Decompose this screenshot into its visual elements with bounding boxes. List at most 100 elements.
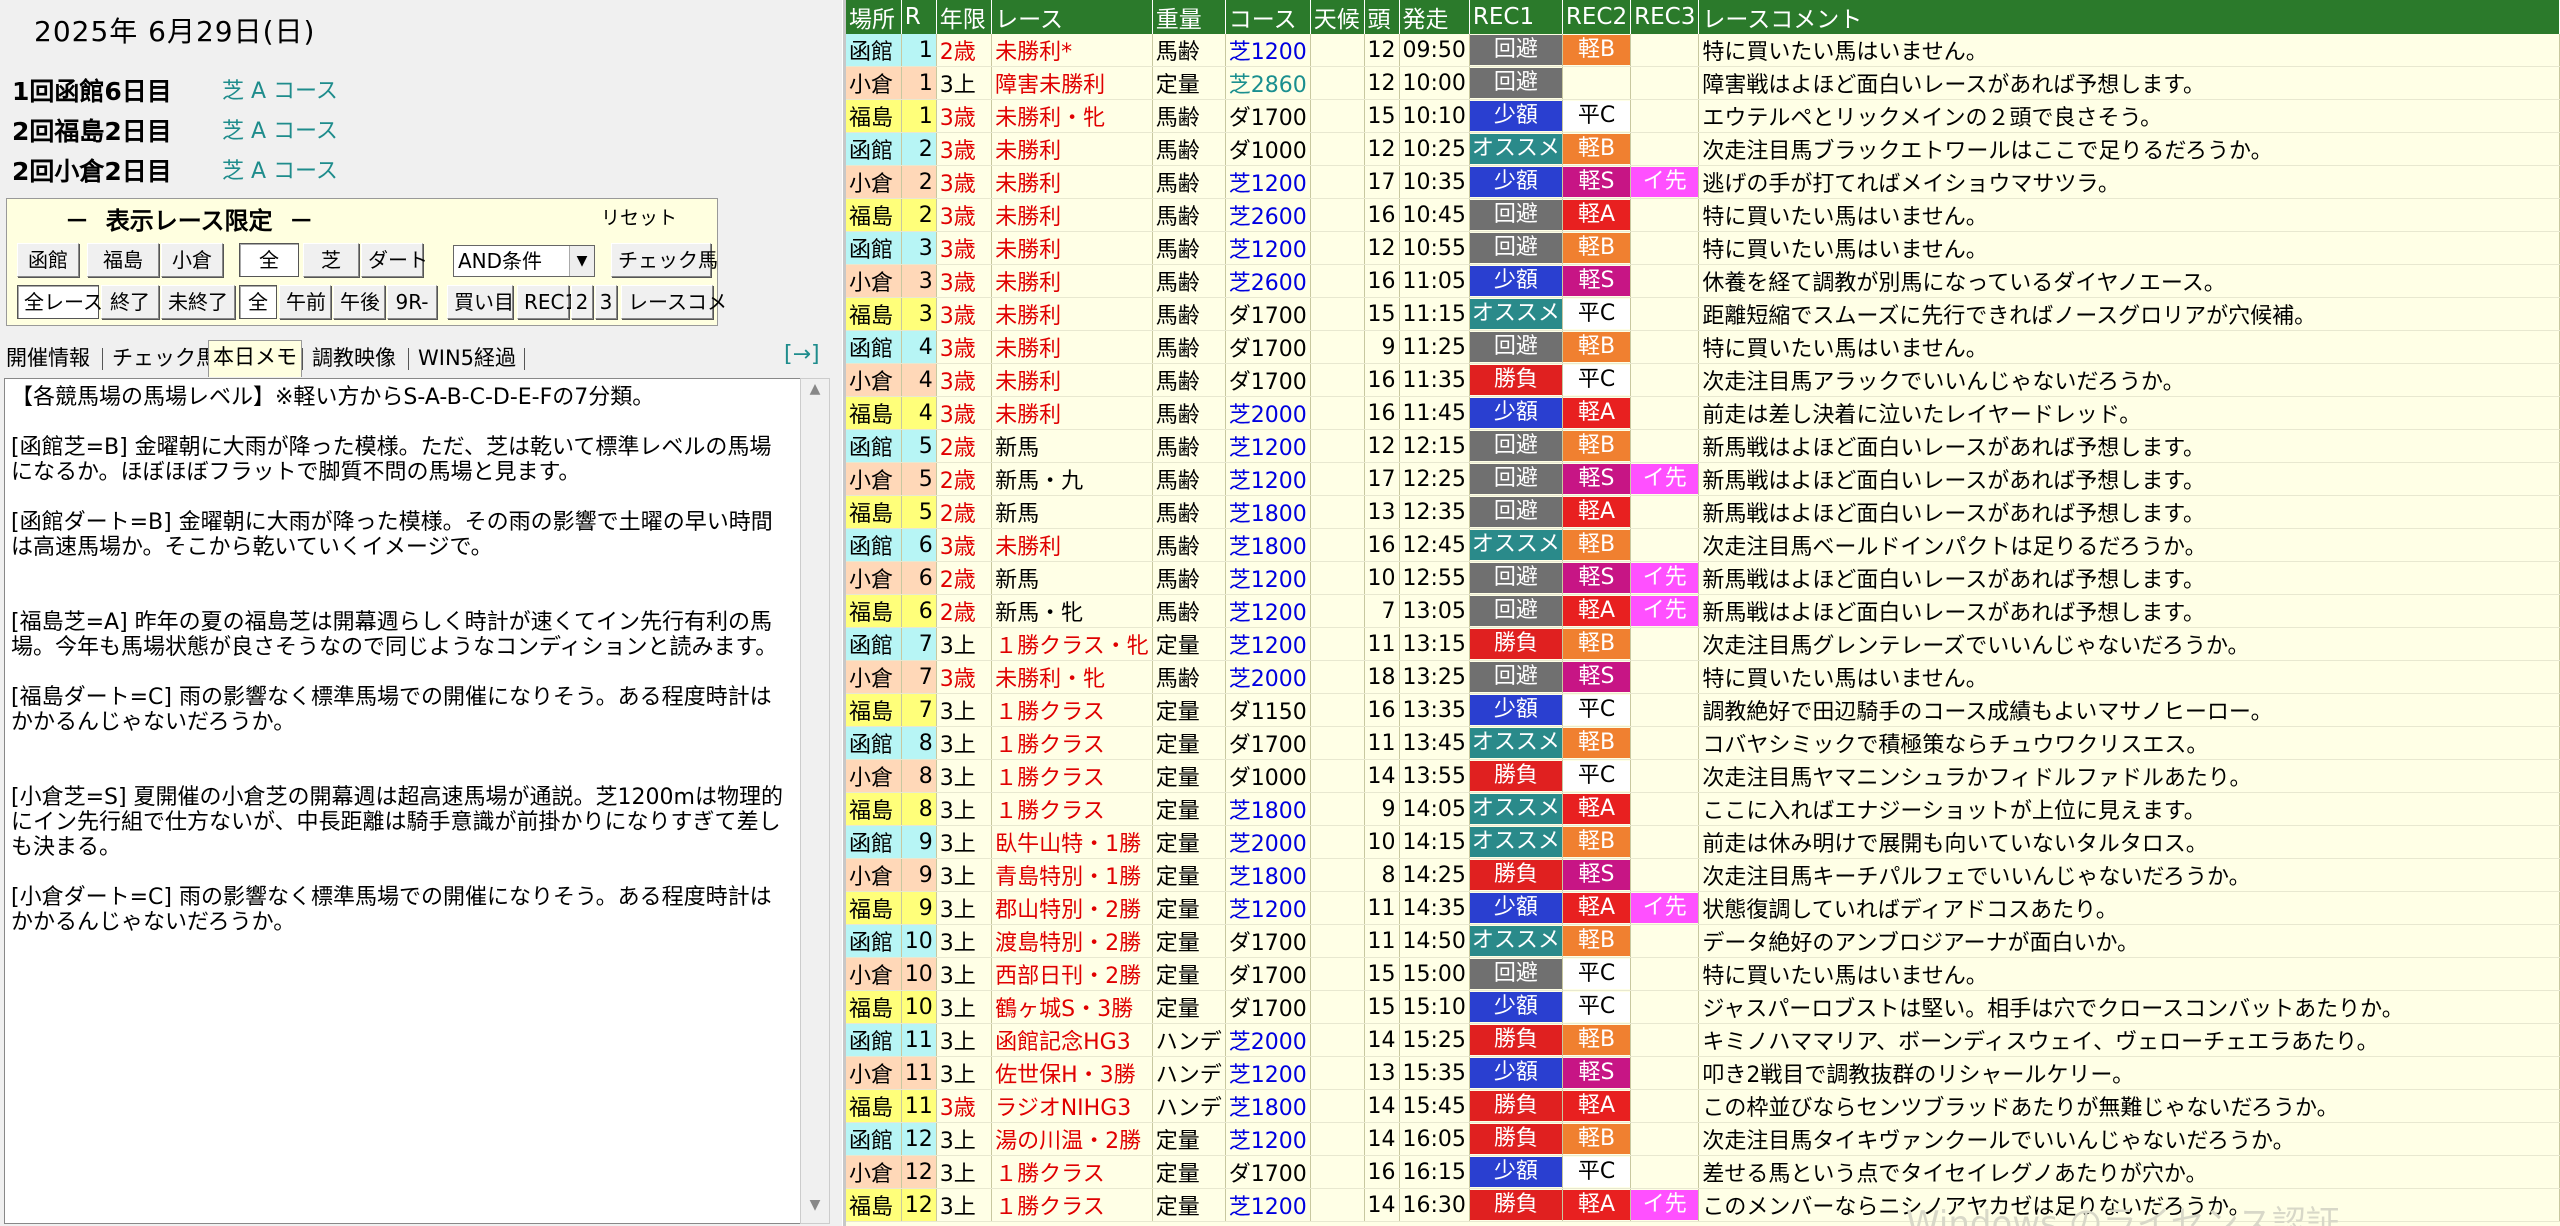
scroll-up-icon[interactable]: ▲ (801, 381, 829, 405)
morning-button[interactable]: 午前 (279, 285, 331, 319)
table-row[interactable]: 函館 4 3歳 未勝利 馬齢 ダ1700 9 11:25 回避 軽B 特に買いたい馬はいません。 (846, 330, 2560, 364)
cell-rec2: 軽A (1562, 594, 1632, 628)
tab-today-memo[interactable]: 本日メモ (208, 340, 302, 377)
table-row[interactable]: 函館 6 3歳 未勝利 馬齢 芝1800 16 12:45 オススメ 軽B 次走注目馬ベールドインパ… (846, 528, 2560, 562)
col-heads[interactable]: 頭 (1364, 0, 1400, 34)
all-races-button[interactable]: 全レース (17, 285, 103, 319)
afternoon-button[interactable]: 午後 (333, 285, 385, 319)
table-row[interactable]: 小倉 6 2歳 新馬 馬齢 芝1200 10 12:55 回避 軽S イ先 新馬戦はよほど面白いレース… (846, 561, 2560, 595)
memo-textarea[interactable]: 【各競馬場の馬場レベル】※軽い方からS-A-B-C-D-E-Fの7分類。 [函館… (4, 378, 802, 1224)
col-weight[interactable]: 重量 (1152, 0, 1226, 34)
col-age[interactable]: 年限 (936, 0, 993, 34)
cell-venue: 小倉 (846, 1155, 902, 1189)
buy-button[interactable]: 買い目 (447, 285, 514, 319)
rec-badge: 軽B (1562, 629, 1630, 659)
table-row[interactable]: 小倉 3 3歳 未勝利 馬齢 芝2600 16 11:05 少額 軽S 休養を経て調教が別馬になって… (846, 264, 2560, 298)
table-row[interactable]: 福島 4 3歳 未勝利 馬齢 芝2000 16 11:45 少額 軽A 前走は差し決着に泣いたレイヤ… (846, 396, 2560, 430)
table-row[interactable]: 福島 10 3上 鶴ヶ城S・3勝 定量 ダ1700 15 15:10 少額 平C ジャスパーロブスト… (846, 990, 2560, 1024)
rec2-button[interactable]: 2 (571, 285, 593, 319)
table-row[interactable]: 福島 2 3歳 未勝利 馬齢 芝2600 16 10:45 回避 軽A 特に買いたい馬はいません。 (846, 198, 2560, 232)
venue-hakodate-button[interactable]: 函館 (17, 243, 79, 277)
table-row[interactable]: 小倉 4 3歳 未勝利 馬齢 ダ1700 16 11:35 勝負 平C 次走注目馬アラックでいいんじ… (846, 363, 2560, 397)
tab-training-video[interactable]: 調教映像 (308, 342, 400, 374)
surface-all-button[interactable]: 全 (239, 243, 299, 277)
scroll-down-icon[interactable]: ▼ (801, 1197, 829, 1221)
table-row[interactable]: 函館 2 3歳 未勝利 馬齢 ダ1000 12 10:25 オススメ 軽B 次走注目馬ブラックエトワ… (846, 132, 2560, 166)
surface-turf-button[interactable]: 芝 (303, 243, 359, 277)
rec3-button[interactable]: 3 (595, 285, 617, 319)
rec1-button[interactable]: REC1 (517, 285, 577, 319)
col-rec2[interactable]: REC2 (1562, 0, 1632, 34)
col-race-no[interactable]: R (901, 0, 937, 34)
table-row[interactable]: 福島 9 3上 郡山特別・2勝 定量 芝1200 11 14:35 少額 軽A イ先 状態復調していれ… (846, 891, 2560, 925)
table-row[interactable]: 福島 11 3歳 ラジオNIHG3 ハンデ 芝1800 14 15:45 勝負 軽A この枠並びなら… (846, 1089, 2560, 1123)
table-row[interactable]: 福島 6 2歳 新馬・牝 馬齢 芝1200 7 13:05 回避 軽A イ先 新馬戦はよほど面白いレー… (846, 594, 2560, 628)
table-row[interactable]: 小倉 5 2歳 新馬・九 馬齢 芝1200 17 12:25 回避 軽S イ先 新馬戦はよほど面白いレ… (846, 462, 2560, 496)
col-rec3[interactable]: REC3 (1630, 0, 1700, 34)
table-row[interactable]: 函館 10 3上 渡島特別・2勝 定量 ダ1700 11 14:50 オススメ 軽B データ絶好のア… (846, 924, 2560, 958)
table-row[interactable]: 福島 7 3上 １勝クラス 定量 ダ1150 16 13:35 少額 平C 調教絶好で田辺騎手のコー… (846, 693, 2560, 727)
table-row[interactable]: 小倉 7 3歳 未勝利・牝 馬齢 芝2000 18 13:25 回避 軽S 特に買いたい馬はいません… (846, 660, 2560, 694)
tab-kaisai-info[interactable]: 開催情報 (2, 342, 94, 374)
memo-scrollbar[interactable]: ▲ ▼ (800, 378, 830, 1224)
table-row[interactable]: 函館 7 3上 １勝クラス・牝 定量 芝1200 11 13:15 勝負 軽B 次走注目馬グレンテレ… (846, 627, 2560, 661)
rec-badge: 軽B (1562, 431, 1630, 461)
cell-weight: 馬齢 (1152, 528, 1226, 562)
venue-kokura-button[interactable]: 小倉 (161, 243, 223, 277)
cell-rec3 (1630, 627, 1700, 661)
unfinished-button[interactable]: 未終了 (161, 285, 235, 319)
table-row[interactable]: 函館 1 2歳 未勝利* 馬齢 芝1200 12 09:50 回避 軽B 特に買いたい馬はいません。 (846, 34, 2560, 67)
meeting-2[interactable]: 2回福島2日目 芝 A コース (12, 112, 338, 148)
cell-rec2: 軽S (1562, 660, 1632, 694)
col-rec1[interactable]: REC1 (1469, 0, 1563, 34)
table-row[interactable]: 福島 3 3歳 未勝利 馬齢 ダ1700 15 11:15 オススメ 平C 距離短縮でスムーズに先行… (846, 297, 2560, 331)
col-comment[interactable]: レースコメント (1698, 0, 2560, 34)
surface-dirt-button[interactable]: ダート (361, 243, 428, 277)
cell-race-name: 未勝利 (991, 528, 1153, 562)
col-venue[interactable]: 場所 (846, 0, 902, 34)
cell-weight: ハンデ (1152, 1056, 1226, 1090)
table-row[interactable]: 小倉 11 3上 佐世保H・3勝 ハンデ 芝1200 13 15:35 少額 軽S 叩き2戦目で調教… (846, 1056, 2560, 1090)
rec-badge: 軽A (1562, 893, 1630, 923)
condition-select[interactable]: AND条件 ▼ (453, 245, 595, 277)
table-row[interactable]: 函館 3 3歳 未勝利 馬齢 芝1200 12 10:55 回避 軽B 特に買いたい馬はいません。 (846, 231, 2560, 265)
table-row[interactable]: 小倉 2 3歳 未勝利 馬齢 芝1200 17 10:35 少額 軽S イ先 逃げの手が打てればメイシ… (846, 165, 2560, 199)
col-post-time[interactable]: 発走 (1399, 0, 1470, 34)
table-row[interactable]: 函館 11 3上 函館記念HG3 ハンデ 芝2000 14 15:25 勝負 軽B キミノハママリア… (846, 1023, 2560, 1057)
table-row[interactable]: 福島 8 3上 １勝クラス 定量 芝1800 9 14:05 オススメ 軽A ここに入ればエナジーシ… (846, 792, 2560, 826)
table-row[interactable]: 小倉 9 3上 青島特別・1勝 定量 芝1800 8 14:25 勝負 軽S 次走注目馬キーチパルフ… (846, 858, 2560, 892)
col-weather[interactable]: 天候 (1310, 0, 1365, 34)
col-race[interactable]: レース (991, 0, 1153, 34)
cell-post-time: 14:25 (1399, 858, 1470, 892)
table-row[interactable]: 函館 5 2歳 新馬 馬齢 芝1200 12 12:15 回避 軽B 新馬戦はよほど面白いレースがあ… (846, 429, 2560, 463)
expand-arrow-icon[interactable]: [→] (784, 342, 820, 367)
table-row[interactable]: 福島 1 3歳 未勝利・牝 馬齢 ダ1700 15 10:10 少額 平C エウテルペとリックメイン… (846, 99, 2560, 133)
cell-course: 芝1200 (1225, 891, 1311, 925)
table-row[interactable]: 函館 8 3上 １勝クラス 定量 ダ1700 11 13:45 オススメ 軽B コバヤシミックで積極… (846, 726, 2560, 760)
cell-post-time: 15:25 (1399, 1023, 1470, 1057)
reset-button[interactable]: リセット (601, 203, 677, 230)
cell-rec1: 少額 (1469, 1056, 1563, 1090)
cell-comment: 特に買いたい馬はいません。 (1698, 330, 2560, 364)
venue-fukushima-button[interactable]: 福島 (87, 243, 159, 277)
table-row[interactable]: 函館 12 3上 湯の川温・2勝 定量 芝1200 14 16:05 勝負 軽B 次走注目馬タイキヴ… (846, 1122, 2560, 1156)
table-row[interactable]: 小倉 8 3上 １勝クラス 定量 ダ1000 14 13:55 勝負 平C 次走注目馬ヤマニンシュラ… (846, 759, 2560, 793)
table-row[interactable]: 小倉 12 3上 １勝クラス 定量 ダ1700 16 16:15 少額 平C 差せる馬という点でタイ… (846, 1155, 2560, 1189)
meeting-3[interactable]: 2回小倉2日目 芝 A コース (12, 152, 338, 188)
tab-win5[interactable]: WIN5経過 (414, 342, 520, 374)
race9plus-button[interactable]: 9R- (387, 285, 437, 319)
cell-post-time: 10:55 (1399, 231, 1470, 265)
race-comment-button[interactable]: レースコメ (621, 285, 727, 319)
time-all-button[interactable]: 全 (239, 285, 277, 319)
meeting-1[interactable]: 1回函館6日目 芝 A コース (12, 72, 338, 108)
tab-check-horse[interactable]: チェック馬 (108, 342, 221, 374)
table-row[interactable]: 函館 9 3上 臥牛山特・1勝 定量 芝2000 10 14:15 オススメ 軽B 前走は休み明けで… (846, 825, 2560, 859)
table-row[interactable]: 小倉 1 3上 障害未勝利 定量 芝2860 12 10:00 回避 障害戦はよほど面白いレースが… (846, 66, 2560, 100)
finished-button[interactable]: 終了 (101, 285, 159, 319)
table-row[interactable]: 福島 5 2歳 新馬 馬齢 芝1800 13 12:35 回避 軽A 新馬戦はよほど面白いレースがあ… (846, 495, 2560, 529)
table-row[interactable]: 小倉 10 3上 西部日刊・2勝 定量 ダ1700 15 15:00 回避 平C 特に買いたい馬はい… (846, 957, 2560, 991)
check-horse-button[interactable]: チェック馬 (611, 243, 718, 277)
tab-divider (408, 348, 409, 370)
col-course[interactable]: コース (1225, 0, 1311, 34)
cell-race-name: 未勝利 (991, 297, 1153, 331)
